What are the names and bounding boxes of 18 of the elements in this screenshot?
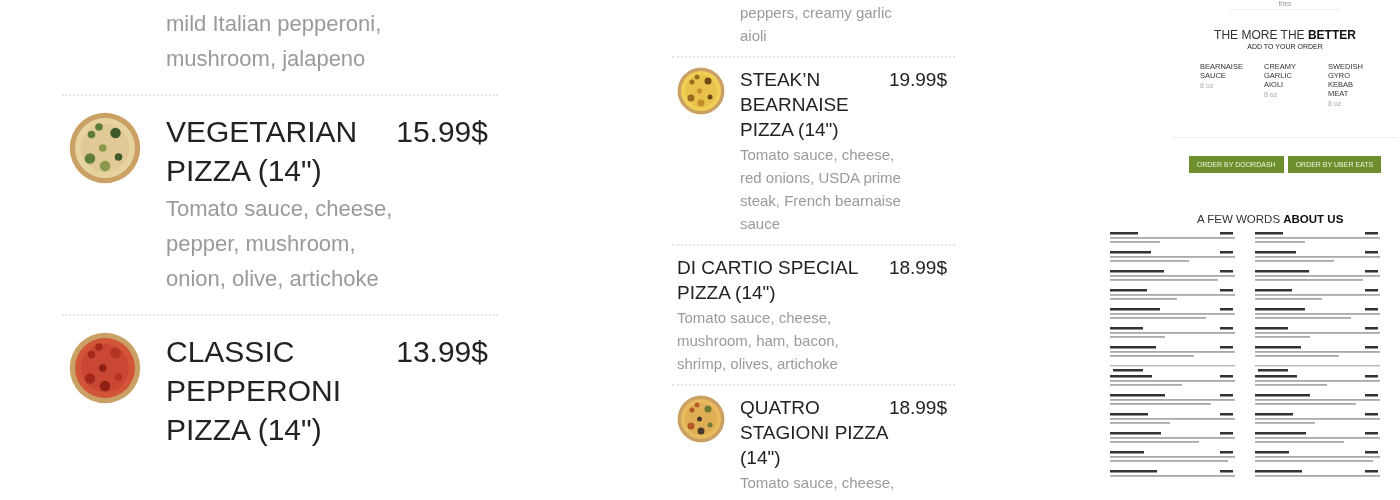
dish-title: QUATRO STAGIONI PIZZA (14")	[740, 396, 889, 470]
dish-description: mild Italian pepperoni, mushroom, jalapeno	[166, 10, 383, 73]
dish-price: 13.99$	[396, 334, 488, 370]
dish-title: CLASSIC PEPPERONI PIZZA (14")	[166, 334, 343, 448]
dish-price: 19.99$	[888, 68, 947, 92]
dish-price: 18.99$	[888, 396, 947, 420]
dish-description: Tomato sauce, cheese, pepper, mushroom, onion, olive, artichoke	[166, 195, 394, 293]
section-heading: A FEW WORDS ABOUT US	[1197, 213, 1345, 225]
dish-title: DI CARTIO SPECIAL PIZZA (14")	[677, 256, 859, 305]
dish-price: 15.99$	[396, 114, 488, 150]
dish-description: Tomato sauce, cheese,	[740, 473, 896, 493]
dish-title: VEGETARIAN PIZZA (14")	[166, 114, 359, 189]
dish-title: STEAK’N BEARNAISE PIZZA (14")	[740, 68, 850, 142]
dish-description: Tomato sauce, cheese, red onions, USDA prime steak, French bearnaise sauce	[740, 145, 902, 234]
dish-description: Tomato sauce, cheese, mushroom, ham, bacon, shrimp, olives, artichoke	[677, 308, 840, 374]
dish-price: 18.99$	[888, 256, 947, 280]
dish-description: peppers, creamy garlic aioli	[740, 3, 893, 46]
section-heading: THE MORE THE BETTER	[1214, 28, 1356, 42]
